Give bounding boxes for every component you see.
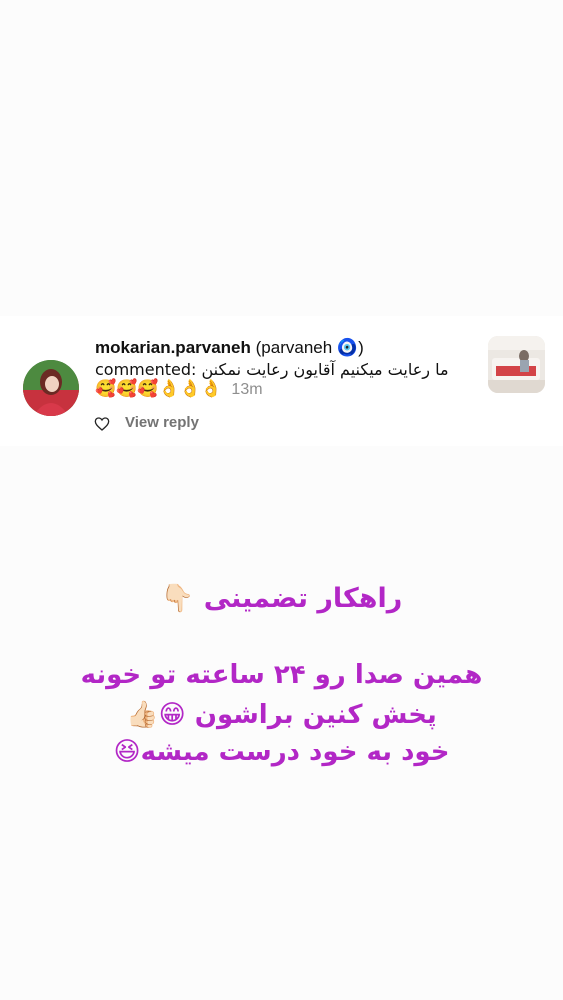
comment-header: mokarian.parvaneh (parvaneh 🧿): [95, 338, 364, 358]
username[interactable]: mokarian.parvaneh: [95, 338, 251, 357]
thumbnail-image: [488, 336, 545, 393]
display-name: (parvaneh 🧿): [255, 338, 364, 357]
comment-meta: 🥰🥰🥰👌👌👌 13m: [95, 379, 263, 399]
overlay-line-3: خود به خود درست میشه😆: [113, 737, 450, 767]
post-thumbnail[interactable]: [488, 336, 545, 393]
heart-outline-icon[interactable]: [94, 416, 110, 432]
comment-card: mokarian.parvaneh (parvaneh 🧿) commented…: [0, 316, 563, 446]
overlay-line-1: همین صدا رو ۲۴ ساعته تو خونه: [80, 660, 483, 690]
comment-emojis: 🥰🥰🥰👌👌👌: [95, 379, 223, 399]
view-reply-link[interactable]: View reply: [125, 414, 199, 431]
commenter-avatar[interactable]: [23, 360, 79, 416]
comment-text: commented: ما رعایت میکنیم آقایون رعایت …: [95, 360, 449, 379]
overlay-line-2: پخش کنین براشون 😁👍🏻: [126, 700, 437, 730]
overlay-title: راهکار تضمینی 👇🏻: [160, 583, 403, 614]
avatar-image: [23, 360, 79, 416]
comment-time: 13m: [231, 381, 263, 398]
